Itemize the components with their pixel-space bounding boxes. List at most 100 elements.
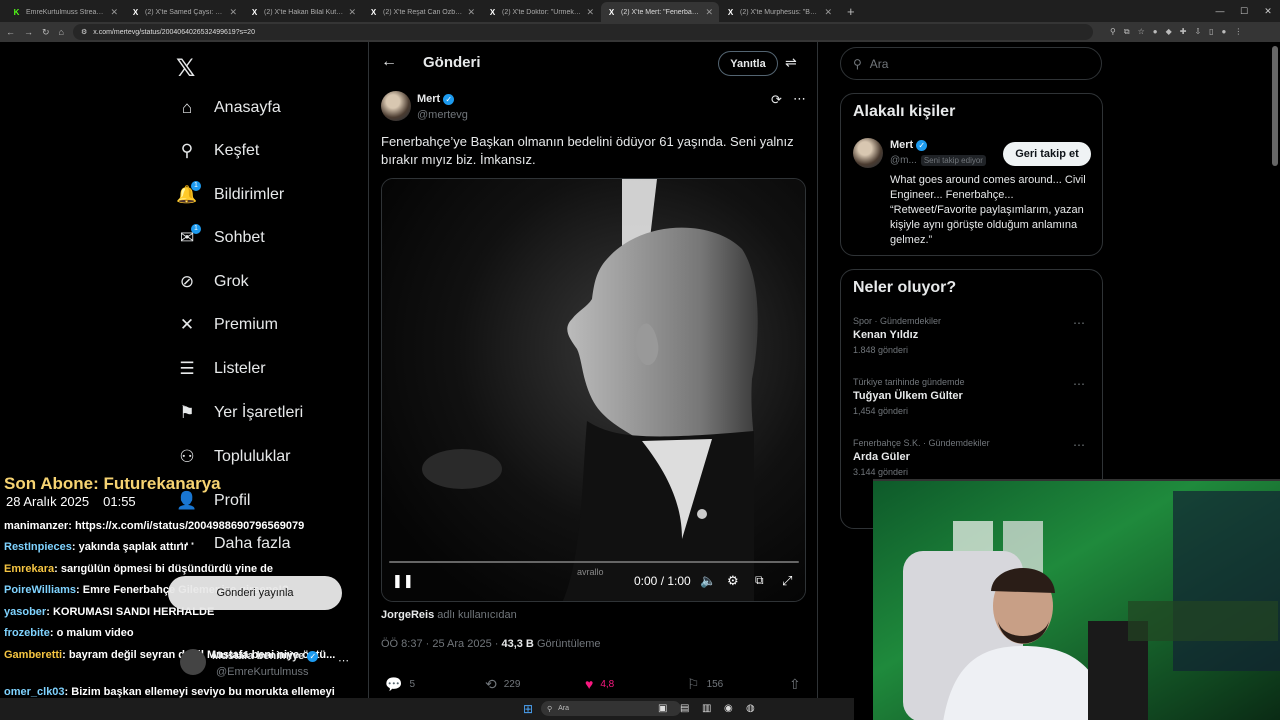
discord-icon[interactable]: ◍: [746, 703, 755, 714]
browser-tab[interactable]: K EmreKurtulmuss Stream - Watch ✕: [6, 2, 124, 22]
close-window-icon[interactable]: ✕: [1256, 6, 1280, 17]
more-options-icon[interactable]: ⋯: [1073, 377, 1085, 391]
zoom-icon[interactable]: ⚲: [1110, 27, 1116, 37]
cast-icon[interactable]: ⧉: [1124, 27, 1130, 37]
related-avatar[interactable]: [853, 138, 883, 168]
share-action[interactable]: ⇧: [789, 676, 801, 693]
more-options-icon[interactable]: ⋯: [793, 91, 806, 107]
x-logo-icon[interactable]: 𝕏: [176, 54, 195, 83]
more-options-icon[interactable]: ⋯: [1073, 316, 1085, 330]
account-name: Mustafa benimiye ✓: [212, 650, 319, 662]
task-view-icon[interactable]: ▣: [658, 703, 667, 714]
tab-close-icon[interactable]: ✕: [467, 7, 475, 18]
account-switcher[interactable]: Mustafa benimiye ✓ @EmreKurtulmuss ⋯: [180, 646, 349, 678]
repost-icon: ⟲: [485, 676, 497, 692]
chat-username[interactable]: yasober: [4, 606, 46, 618]
video-player[interactable]: avrallo ❚❚ 0:00 / 1:00 🔈 ⚙ ⧉ ⤢: [381, 178, 806, 602]
windows-start-icon[interactable]: ⊞: [523, 702, 533, 716]
picture-in-picture-icon[interactable]: ⧉: [755, 573, 764, 588]
new-tab-icon[interactable]: +: [839, 4, 863, 22]
profile-icon[interactable]: ●: [1222, 27, 1227, 37]
pause-icon[interactable]: ❚❚: [392, 573, 414, 589]
nav-home[interactable]: ⌂ Anasayfa: [176, 97, 281, 119]
tab-close-icon[interactable]: ✕: [229, 7, 237, 18]
follow-back-button[interactable]: Geri takip et: [1003, 142, 1091, 166]
author-handle[interactable]: @mertevg: [417, 109, 468, 121]
post-button[interactable]: Gönderi yayınla: [168, 576, 342, 610]
tab-close-icon[interactable]: ✕: [586, 7, 594, 18]
video-progress-bar[interactable]: [389, 561, 799, 563]
browser-tab[interactable]: X (2) X'te Hakan Bilal Kutludağ: "Sa" ✕: [244, 2, 362, 22]
extension-icon[interactable]: ●: [1153, 27, 1158, 37]
more-options-icon[interactable]: ⋯: [1073, 438, 1085, 452]
tab-close-icon[interactable]: ✕: [824, 7, 832, 18]
nav-bookmarks[interactable]: ⚑ Yer İşaretleri: [176, 402, 303, 424]
menu-icon[interactable]: ⋮: [1234, 27, 1242, 37]
trend-item[interactable]: Spor · Gündemdekiler Kenan Yıldız 1.848 …: [853, 316, 1093, 355]
back-arrow-icon[interactable]: ←: [381, 53, 397, 71]
chat-username[interactable]: PoireWilliams: [4, 584, 76, 596]
tab-close-icon[interactable]: ✕: [348, 7, 356, 18]
nav-premium[interactable]: ✕ Premium: [176, 314, 278, 336]
bookmark-star-icon[interactable]: ☆: [1138, 27, 1145, 37]
author-name[interactable]: Mert ✓: [417, 93, 455, 105]
bookmark-action[interactable]: ⚐ 156: [687, 676, 723, 693]
browser-tab[interactable]: X (2) X'te Doktor: "Ürmek isteme" ✕: [482, 2, 600, 22]
forward-nav-icon[interactable]: →: [24, 27, 33, 37]
browser-tab[interactable]: X (2) X'te Samed Çaysı: "@mefled" ✕: [125, 2, 243, 22]
nav-messages[interactable]: ✉ 1 Sohbet: [176, 224, 265, 249]
author-avatar[interactable]: [381, 91, 411, 121]
page-scrollbar[interactable]: [1272, 46, 1278, 166]
tab-close-icon[interactable]: ✕: [705, 7, 713, 18]
volume-icon[interactable]: 🔈: [700, 573, 716, 589]
filter-icon[interactable]: ⇌: [785, 54, 797, 71]
trend-item[interactable]: Fenerbahçe S.K. · Gündemdekiler Arda Gül…: [853, 438, 1093, 477]
chat-username[interactable]: manimanzer: [4, 520, 68, 532]
site-info-icon[interactable]: ⚙: [81, 28, 87, 36]
home-icon[interactable]: ⌂: [59, 27, 64, 37]
reply-action[interactable]: 💬 5: [385, 676, 415, 693]
source-user[interactable]: JorgeReis: [381, 609, 434, 621]
chat-username[interactable]: Emrekara: [4, 563, 54, 575]
sidebar-icon[interactable]: ▯: [1209, 27, 1213, 37]
reload-icon[interactable]: ↻: [42, 27, 50, 38]
minimize-icon[interactable]: —: [1208, 6, 1232, 16]
like-action[interactable]: ♥ 4,8: [585, 676, 614, 692]
nav-lists[interactable]: ☰ Listeler: [176, 358, 265, 380]
maximize-icon[interactable]: ☐: [1232, 6, 1256, 17]
url-input[interactable]: ⚙ x.com/mertevg/status/20040640265324996…: [72, 24, 1093, 40]
browser-tab[interactable]: X (2) X'te Murphesus: "Bu ball" ✕: [720, 2, 838, 22]
related-name[interactable]: Mert ✓: [890, 139, 928, 151]
puzzle-icon[interactable]: ✚: [1180, 27, 1187, 37]
reply-icon: 💬: [385, 676, 403, 692]
trend-item[interactable]: Türkiye tarihinde gündemde Tuğyan Ülkem …: [853, 377, 1093, 416]
grok-icon[interactable]: ⟳: [771, 92, 782, 108]
chat-username[interactable]: omer_clk03: [4, 686, 65, 698]
nav-notifications[interactable]: 🔔 1 Bildirimler: [176, 181, 284, 206]
store-icon[interactable]: ▥: [702, 703, 711, 714]
repost-action[interactable]: ⟲ 229: [485, 676, 520, 693]
tab-favicon-icon: X: [608, 7, 615, 17]
file-explorer-icon[interactable]: ▤: [680, 703, 689, 714]
nav-label: Sohbet: [214, 229, 265, 246]
nav-explore[interactable]: ⚲ Keşfet: [176, 140, 260, 162]
chat-username[interactable]: RestInpieces: [4, 541, 72, 553]
chat-username[interactable]: frozebite: [4, 627, 50, 639]
chat-username[interactable]: Gamberetti: [4, 649, 62, 661]
more-options-icon[interactable]: ⋯: [338, 654, 349, 667]
downloads-icon[interactable]: ⇩: [1194, 27, 1201, 37]
settings-icon[interactable]: ⚙: [727, 573, 739, 589]
back-nav-icon[interactable]: ←: [6, 27, 15, 37]
browser-tab[interactable]: X (2) X'te Reşat Can Özbudak: " ✕: [363, 2, 481, 22]
search-input[interactable]: ⚲ Ara: [840, 47, 1102, 80]
chrome-icon[interactable]: ◉: [724, 703, 733, 714]
nav-grok[interactable]: ⊘ Grok: [176, 271, 249, 293]
tab-close-icon[interactable]: ✕: [110, 7, 118, 18]
extension-icon[interactable]: ◆: [1166, 27, 1172, 37]
browser-tab[interactable]: X (2) X'te Mert: "Fenerbahçe'ye B" ✕: [601, 2, 719, 22]
view-label: Görüntüleme: [536, 638, 601, 650]
nav-communities[interactable]: ⚇ Topluluklar: [176, 446, 290, 468]
post-timestamp[interactable]: ÖÖ 8:37 · 25 Ara 2025 ·: [381, 638, 501, 650]
reply-button[interactable]: Yanıtla: [718, 51, 778, 76]
fullscreen-icon[interactable]: ⤢: [782, 573, 792, 589]
